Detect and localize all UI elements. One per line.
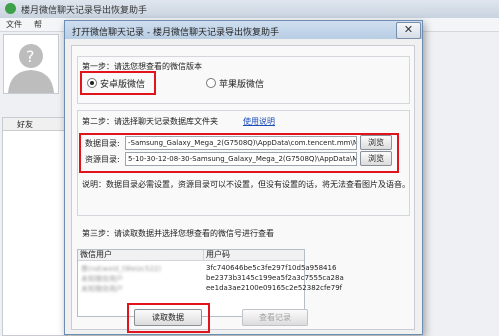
- table-row-code[interactable]: ee1da3ae2100e09165c2e52382cfe79f: [206, 284, 342, 292]
- table-row-user[interactable]: 未知微信用户: [81, 284, 123, 294]
- view-records-button[interactable]: 查看记录: [242, 309, 308, 326]
- col-header-user[interactable]: 微信用户: [78, 250, 204, 261]
- friend-header-label: 好友: [17, 120, 33, 129]
- data-dir-label: 数据目录:: [85, 139, 120, 148]
- read-data-button[interactable]: 读取数据: [134, 309, 202, 326]
- dialog-title-bar[interactable]: 打开微信聊天记录 - 楼月微信聊天记录导出恢复助手 ✕: [65, 21, 422, 39]
- android-radio-label[interactable]: 安卓版微信: [100, 77, 145, 90]
- browse-data-button[interactable]: 浏览: [360, 135, 392, 150]
- menu-file[interactable]: 文件: [6, 19, 22, 30]
- friend-list[interactable]: 好友: [2, 117, 68, 336]
- menu-help[interactable]: 帮: [34, 19, 42, 30]
- apple-radio[interactable]: [206, 78, 216, 88]
- note-text: 说明：数据目录必需设置，资源目录可以不设置，但没有设置的话，将无法查看图片及语音…: [82, 180, 410, 189]
- dialog-title: 打开微信聊天记录 - 楼月微信聊天记录导出恢复助手: [72, 28, 279, 38]
- apple-radio-label[interactable]: 苹果版微信: [219, 77, 264, 90]
- svg-text:?: ?: [26, 47, 35, 66]
- browse-res-button[interactable]: 浏览: [360, 151, 392, 166]
- res-dir-field[interactable]: 5-10-30-12-08-30-Samsung_Galaxy_Mega_2(G…: [125, 152, 357, 166]
- step2-group: 第二步：请选择聊天记录数据库文件夹 使用说明 数据目录: -Samsung_Ga…: [77, 110, 410, 216]
- step1-group: 第一步：请选您想查看的微信版本 安卓版微信 苹果版微信: [77, 56, 410, 104]
- col-header-code[interactable]: 用户码: [204, 250, 304, 261]
- main-title-bar: 楼月微信聊天记录导出恢复助手: [0, 0, 499, 19]
- table-row-code[interactable]: be2373b3145c199ea5f2a3c7555ca28a: [206, 274, 344, 282]
- android-radio[interactable]: [87, 78, 97, 88]
- open-chat-dialog: 打开微信聊天记录 - 楼月微信聊天记录导出恢复助手 ✕ 第一步：请选您想查看的微…: [64, 20, 423, 335]
- avatar: ?: [3, 34, 59, 94]
- table-row-user[interactable]: 景(nd(wxid_t9leizc522): [81, 264, 161, 274]
- main-window-title: 楼月微信聊天记录导出恢复助手: [21, 6, 148, 16]
- data-dir-field[interactable]: -Samsung_Galaxy_Mega_2(G7508Q)\AppData\c…: [125, 136, 357, 150]
- table-row-code[interactable]: 3fc740646be5c3fe297f10d5a958416: [206, 264, 336, 272]
- step2-label: 第二步：请选择聊天记录数据库文件夹: [82, 117, 218, 126]
- instructions-link[interactable]: 使用说明: [243, 116, 275, 127]
- res-dir-label: 资源目录:: [85, 155, 120, 164]
- close-button[interactable]: ✕: [396, 22, 421, 39]
- default-avatar-icon: ?: [8, 44, 54, 93]
- table-row-user[interactable]: 未知微信用户: [81, 274, 123, 284]
- step3-label: 第三步：请读取数据并选择您想查看的微信号进行查看: [82, 229, 274, 238]
- friend-list-header: 好友: [3, 118, 67, 131]
- app-logo-icon: [5, 3, 16, 14]
- dialog-body: 第一步：请选您想查看的微信版本 安卓版微信 苹果版微信 第二步：请选择聊天记录数…: [71, 45, 415, 333]
